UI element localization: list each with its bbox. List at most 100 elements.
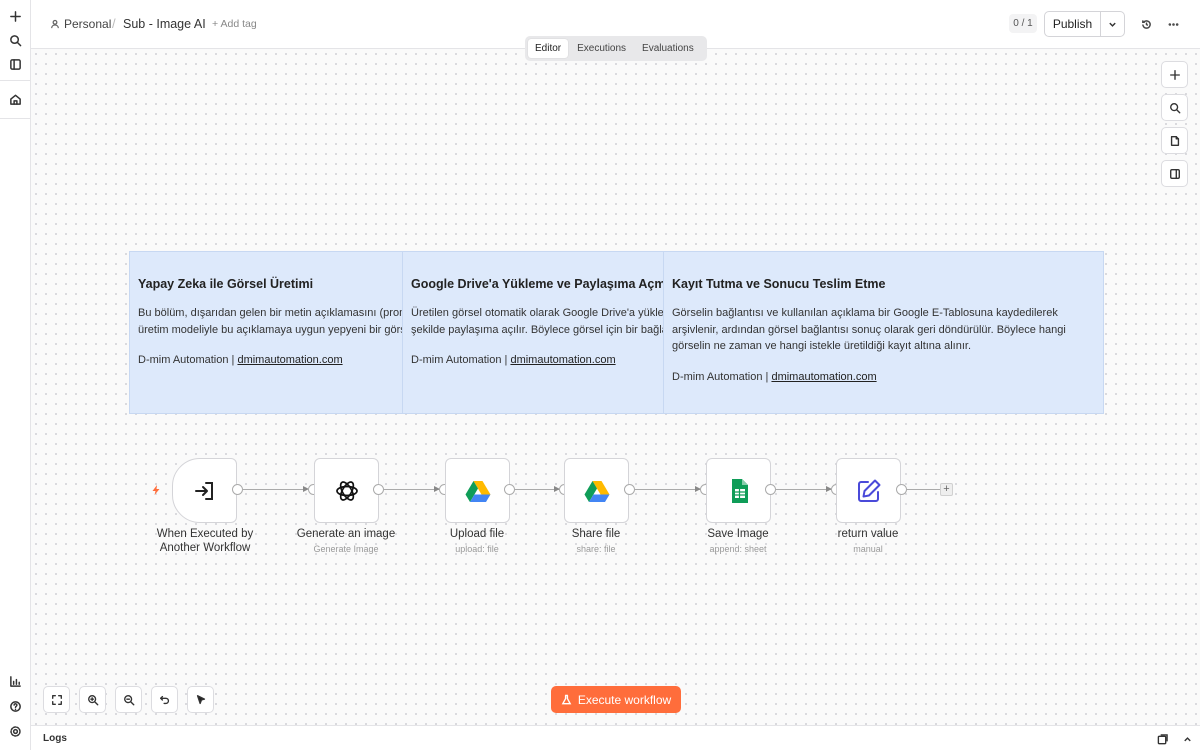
zoom-out-button[interactable] xyxy=(115,686,142,713)
history-icon[interactable] xyxy=(1137,15,1155,33)
google-drive-icon xyxy=(584,480,609,502)
zoom-in-button[interactable] xyxy=(79,686,106,713)
add-icon[interactable] xyxy=(5,6,26,27)
note-signature: D-mim Automation | dmimautomation.com xyxy=(411,354,655,366)
output-port[interactable] xyxy=(765,484,776,495)
google-drive-icon xyxy=(465,480,490,502)
note-title: Kayıt Tutma ve Sonucu Teslim Etme xyxy=(672,277,886,291)
publish-dropdown-button[interactable] xyxy=(1101,12,1124,36)
execute-workflow-button[interactable]: Execute workflow xyxy=(551,686,681,713)
version-counter: 0 / 1 xyxy=(1009,14,1037,33)
enter-icon xyxy=(194,481,213,500)
undo-icon xyxy=(159,695,169,704)
search-icon xyxy=(1169,102,1180,113)
publish-button-group: Publish xyxy=(1044,11,1125,37)
add-node-button[interactable] xyxy=(1161,61,1188,88)
node-upload-file[interactable] xyxy=(445,458,510,523)
output-port[interactable] xyxy=(373,484,384,495)
home-icon[interactable] xyxy=(5,89,26,110)
tab-editor[interactable]: Editor xyxy=(528,39,569,58)
workflow-name[interactable]: Sub - Image AI xyxy=(123,17,206,31)
node-label: When Executed by Another Workflow xyxy=(156,528,254,554)
output-port[interactable] xyxy=(896,484,907,495)
sticky-note[interactable]: Yapay Zeka ile Görsel Üretimi Bu bölüm, … xyxy=(130,252,402,413)
search-nodes-button[interactable] xyxy=(1161,94,1188,121)
connection[interactable] xyxy=(515,489,559,490)
sticky-note[interactable]: Kayıt Tutma ve Sonucu Teslim Etme Görsel… xyxy=(663,252,1103,413)
execute-workflow-label: Execute workflow xyxy=(577,692,672,707)
undo-button[interactable] xyxy=(151,686,178,713)
publish-button[interactable]: Publish xyxy=(1045,12,1101,36)
signature-link[interactable]: dmimautomation.com xyxy=(237,354,342,366)
node-subtitle: upload: file xyxy=(455,544,499,554)
node-generate-image[interactable] xyxy=(314,458,379,523)
edit-icon xyxy=(857,479,880,502)
left-sidebar xyxy=(0,0,31,750)
signature-text: D-mim Automation | xyxy=(411,354,511,366)
add-sticky-note-button[interactable] xyxy=(1161,127,1188,154)
sticky-note[interactable]: Google Drive'a Yükleme ve Paylaşıma Açma… xyxy=(402,252,663,413)
sticky-notes-group: Yapay Zeka ile Görsel Üretimi Bu bölüm, … xyxy=(129,251,1104,414)
zoom-in-icon xyxy=(87,694,98,705)
insights-icon[interactable] xyxy=(5,671,26,692)
view-tabs: Editor Executions Evaluations xyxy=(525,36,707,61)
node-label: Save Image xyxy=(707,528,769,540)
signature-text: D-mim Automation | xyxy=(138,354,238,366)
signature-link[interactable]: dmimautomation.com xyxy=(510,354,615,366)
breadcrumb-project[interactable]: Personal xyxy=(50,17,111,31)
logs-bar[interactable]: Logs xyxy=(31,725,1200,750)
node-label: Share file xyxy=(571,528,621,540)
connection[interactable] xyxy=(243,489,306,490)
node-subtitle: append: sheet xyxy=(709,544,767,554)
breadcrumb-separator: / xyxy=(112,16,116,31)
zoom-out-icon xyxy=(123,694,134,705)
settings-icon[interactable] xyxy=(5,721,26,742)
search-icon[interactable] xyxy=(5,30,26,51)
node-return-value[interactable] xyxy=(836,458,901,523)
connection[interactable] xyxy=(384,489,439,490)
output-port[interactable] xyxy=(232,484,243,495)
note-text-line: Üretilen görsel otomatik olarak Google D… xyxy=(411,307,663,319)
flask-icon xyxy=(561,694,572,705)
connection[interactable] xyxy=(776,489,831,490)
open-logs-window-icon[interactable] xyxy=(1157,732,1169,745)
node-share-file[interactable] xyxy=(564,458,629,523)
output-port[interactable] xyxy=(624,484,635,495)
node-label: return value xyxy=(837,528,899,540)
node-save-image[interactable] xyxy=(706,458,771,523)
node-subtitle: manual xyxy=(853,544,883,554)
node-label: Generate an image xyxy=(296,528,396,540)
select-mode-button[interactable] xyxy=(187,686,214,713)
fit-view-icon xyxy=(51,694,62,705)
note-text-line: üretim modeliyle bu açıklamaya uygun yep… xyxy=(138,323,402,336)
chevron-down-icon xyxy=(1109,22,1116,27)
openai-icon xyxy=(335,480,358,501)
note-text-line: arşivlenir, ardından görsel bağlantısı s… xyxy=(672,323,1066,336)
node-execute-workflow-trigger[interactable] xyxy=(172,458,237,523)
note-text-line: görselin ne zaman ve hangi istekle üreti… xyxy=(672,340,971,352)
fit-view-button[interactable] xyxy=(43,686,70,713)
add-tag-button[interactable]: + Add tag xyxy=(212,18,257,30)
toggle-panel-button[interactable] xyxy=(1161,160,1188,187)
plus-icon xyxy=(1169,69,1180,80)
help-icon[interactable] xyxy=(5,696,26,717)
note-title: Google Drive'a Yükleme ve Paylaşıma Açma xyxy=(411,277,663,291)
more-options-icon[interactable] xyxy=(1164,15,1182,33)
output-port[interactable] xyxy=(504,484,515,495)
connection[interactable] xyxy=(635,489,700,490)
note-signature: D-mim Automation | dmimautomation.com xyxy=(672,371,1095,383)
add-next-node-button[interactable]: + xyxy=(940,483,953,496)
tab-executions[interactable]: Executions xyxy=(570,39,633,58)
note-text-line: Görselin bağlantısı ve kullanılan açıkla… xyxy=(672,307,1058,319)
google-sheets-icon xyxy=(731,478,748,503)
logs-label: Logs xyxy=(43,733,67,744)
cursor-icon xyxy=(196,694,205,704)
panel-toggle-icon[interactable] xyxy=(5,54,26,75)
signature-link[interactable]: dmimautomation.com xyxy=(771,371,876,383)
user-icon xyxy=(51,19,59,29)
node-subtitle: Generate Image xyxy=(313,544,379,554)
trigger-bolt-icon xyxy=(152,485,160,495)
chevron-up-icon[interactable] xyxy=(1182,732,1194,744)
note-signature: D-mim Automation | dmimautomation.com xyxy=(138,354,394,366)
tab-evaluations[interactable]: Evaluations xyxy=(635,39,701,58)
